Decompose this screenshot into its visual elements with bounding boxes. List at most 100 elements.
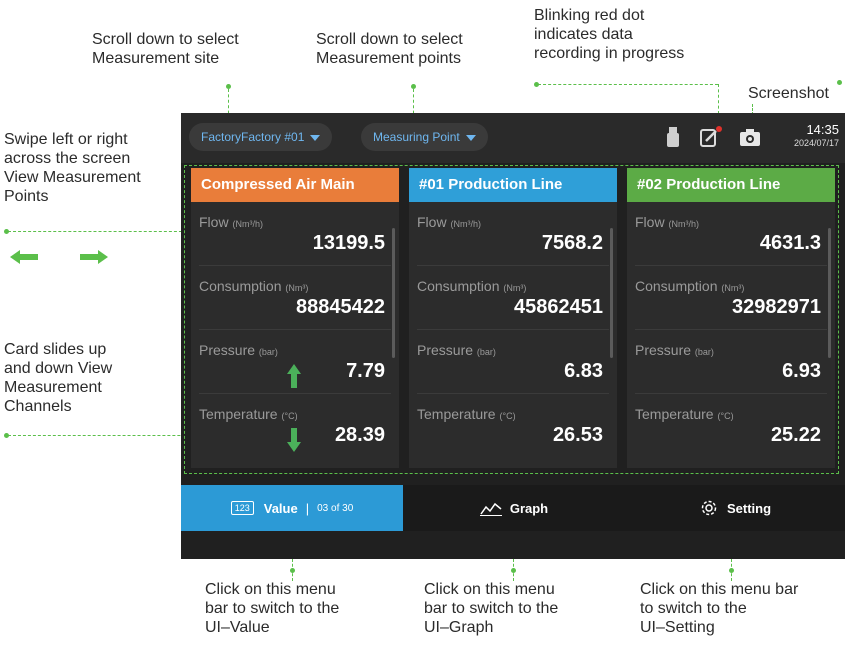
scroll-down-arrow-icon xyxy=(287,428,301,452)
menu-setting-button[interactable]: Setting xyxy=(625,485,845,531)
clock: 14:35 2024/07/17 xyxy=(794,123,839,149)
annotation-blink-line3: recording in progress xyxy=(534,45,685,62)
menu-value-button[interactable]: 123 Value | 03 of 30 xyxy=(181,485,403,531)
annotation-points-line1: Scroll down to select xyxy=(316,31,463,48)
annotation-site-line2: Measurement site xyxy=(92,50,220,67)
site-selector[interactable]: FactoryFactory #01 xyxy=(189,123,333,151)
annotation-points: Scroll down to select Measurement points xyxy=(316,30,463,68)
metric-value: 4631.3 xyxy=(759,232,821,254)
metric-pressure: Pressure (bar) 6.93 xyxy=(635,330,827,394)
annotation-click-value-line1: Click on this menu xyxy=(205,581,336,598)
metric-label: Consumption xyxy=(635,278,718,294)
card-title: Compressed Air Main xyxy=(191,168,399,202)
card-02-production-line[interactable]: #02 Production Line Flow (Nm³/h) 4631.3 … xyxy=(627,168,835,468)
card-01-production-line[interactable]: #01 Production Line Flow (Nm³/h) 7568.2 … xyxy=(409,168,617,468)
metric-consumption: Consumption (Nm³) 32982971 xyxy=(635,266,827,330)
metric-unit: (bar) xyxy=(476,347,496,357)
annotation-click-value-line2: bar to switch to the xyxy=(205,600,340,617)
metric-label: Flow xyxy=(199,214,229,230)
annotation-click-graph-line1: Click on this menu xyxy=(424,581,555,598)
annotation-swipe-line1: Swipe left or right xyxy=(4,131,128,148)
recording-edit-icon xyxy=(700,126,722,147)
metric-temperature: Temperature (°C) 25.22 xyxy=(635,394,827,457)
card-title: #01 Production Line xyxy=(409,168,617,202)
chart-line-icon xyxy=(479,502,502,516)
metric-value: 28.39 xyxy=(334,424,385,446)
metric-temperature: Temperature (°C) 26.53 xyxy=(417,394,609,457)
top-bar: FactoryFactory #01 Measuring Point 14:35… xyxy=(181,113,845,163)
bottom-menu-bar: 123 Value | 03 of 30 Graph Setting xyxy=(181,485,845,531)
metric-pressure: Pressure (bar) 6.83 xyxy=(417,330,609,394)
annotation-swipe-line2: across the screen xyxy=(4,150,131,167)
card-title: #02 Production Line xyxy=(627,168,835,202)
annotation-click-value: Click on this menu bar to switch to the … xyxy=(205,580,339,637)
annotation-card-line1: Card slides up xyxy=(4,341,107,358)
menu-graph-button[interactable]: Graph xyxy=(403,485,625,531)
swipe-right-arrow-icon xyxy=(80,250,108,264)
usb-drive-icon xyxy=(667,127,679,147)
metric-unit: (Nm³) xyxy=(503,283,527,293)
metric-temperature: Temperature (°C) 28.39 xyxy=(199,394,391,457)
menu-value-label: Value xyxy=(263,500,298,516)
annotation-site: Scroll down to select Measurement site xyxy=(92,30,239,68)
menu-setting-label: Setting xyxy=(726,500,772,516)
annotation-click-setting-line1: Click on this menu bar xyxy=(640,581,799,598)
metric-value: 13199.5 xyxy=(312,232,385,254)
gear-icon xyxy=(701,500,717,516)
card-compressed-air-main[interactable]: Compressed Air Main Flow (Nm³/h) 13199.5… xyxy=(191,168,399,468)
metric-consumption: Consumption (Nm³) 88845422 xyxy=(199,266,391,330)
scrollbar[interactable] xyxy=(828,228,831,358)
metric-unit: (°C) xyxy=(499,411,516,421)
metric-label: Temperature xyxy=(417,406,496,422)
metric-label: Pressure xyxy=(199,342,256,358)
metric-value: 7568.2 xyxy=(541,232,603,254)
metric-label: Temperature xyxy=(199,406,278,422)
recording-dot xyxy=(716,126,722,132)
point-selector-label: Measuring Point xyxy=(373,130,460,144)
chevron-down-icon xyxy=(465,134,476,141)
metric-flow: Flow (Nm³/h) 7568.2 xyxy=(417,202,609,266)
metric-unit: (°C) xyxy=(717,411,734,421)
point-selector[interactable]: Measuring Point xyxy=(361,123,488,151)
annotation-card-slides: Card slides up and down View Measurement… xyxy=(4,340,112,416)
annotation-card-line4: Channels xyxy=(4,398,72,415)
annotation-dot xyxy=(837,80,842,85)
annotation-blink: Blinking red dot indicates data recordin… xyxy=(534,6,684,63)
annotation-site-line1: Scroll down to select xyxy=(92,31,239,48)
annotation-screenshot: Screenshot xyxy=(748,85,829,102)
annotation-leader xyxy=(718,84,719,114)
metric-value: 32982971 xyxy=(732,296,821,318)
camera-icon[interactable] xyxy=(739,127,761,147)
annotation-click-graph: Click on this menu bar to switch to the … xyxy=(424,580,558,637)
metric-value: 26.53 xyxy=(552,424,603,446)
metric-pressure: Pressure (bar) 7.79 xyxy=(199,330,391,394)
annotation-card-line3: Measurement xyxy=(4,379,102,396)
metric-unit: (Nm³/h) xyxy=(450,219,481,229)
device-screen: FactoryFactory #01 Measuring Point 14:35… xyxy=(181,113,845,559)
annotation-leader xyxy=(538,84,718,85)
metric-value: 45862451 xyxy=(514,296,603,318)
metric-unit: (Nm³/h) xyxy=(668,219,699,229)
annotation-dot xyxy=(729,568,734,573)
numeric-icon: 123 xyxy=(230,501,254,515)
menu-graph-label: Graph xyxy=(509,500,549,516)
annotation-click-setting: Click on this menu bar to switch to the … xyxy=(640,580,798,637)
metric-unit: (Nm³/h) xyxy=(232,219,263,229)
annotation-points-line2: Measurement points xyxy=(316,50,461,67)
annotation-click-setting-line2: to switch to the xyxy=(640,600,747,617)
annotation-swipe-line3: View Measurement xyxy=(4,169,141,186)
metric-unit: (bar) xyxy=(694,347,714,357)
annotation-card-line2: and down View xyxy=(4,360,113,377)
scrollbar[interactable] xyxy=(610,228,613,358)
menu-value-count: 03 of 30 xyxy=(317,502,354,514)
metric-label: Flow xyxy=(635,214,665,230)
metric-unit: (bar) xyxy=(258,347,278,357)
annotation-swipe: Swipe left or right across the screen Vi… xyxy=(4,130,141,206)
metric-value: 88845422 xyxy=(296,296,385,318)
annotation-dot xyxy=(290,568,295,573)
metric-label: Temperature xyxy=(635,406,714,422)
scrollbar[interactable] xyxy=(392,228,395,358)
clock-time: 14:35 xyxy=(806,122,839,137)
annotation-dot xyxy=(511,568,516,573)
chevron-down-icon xyxy=(310,134,321,141)
